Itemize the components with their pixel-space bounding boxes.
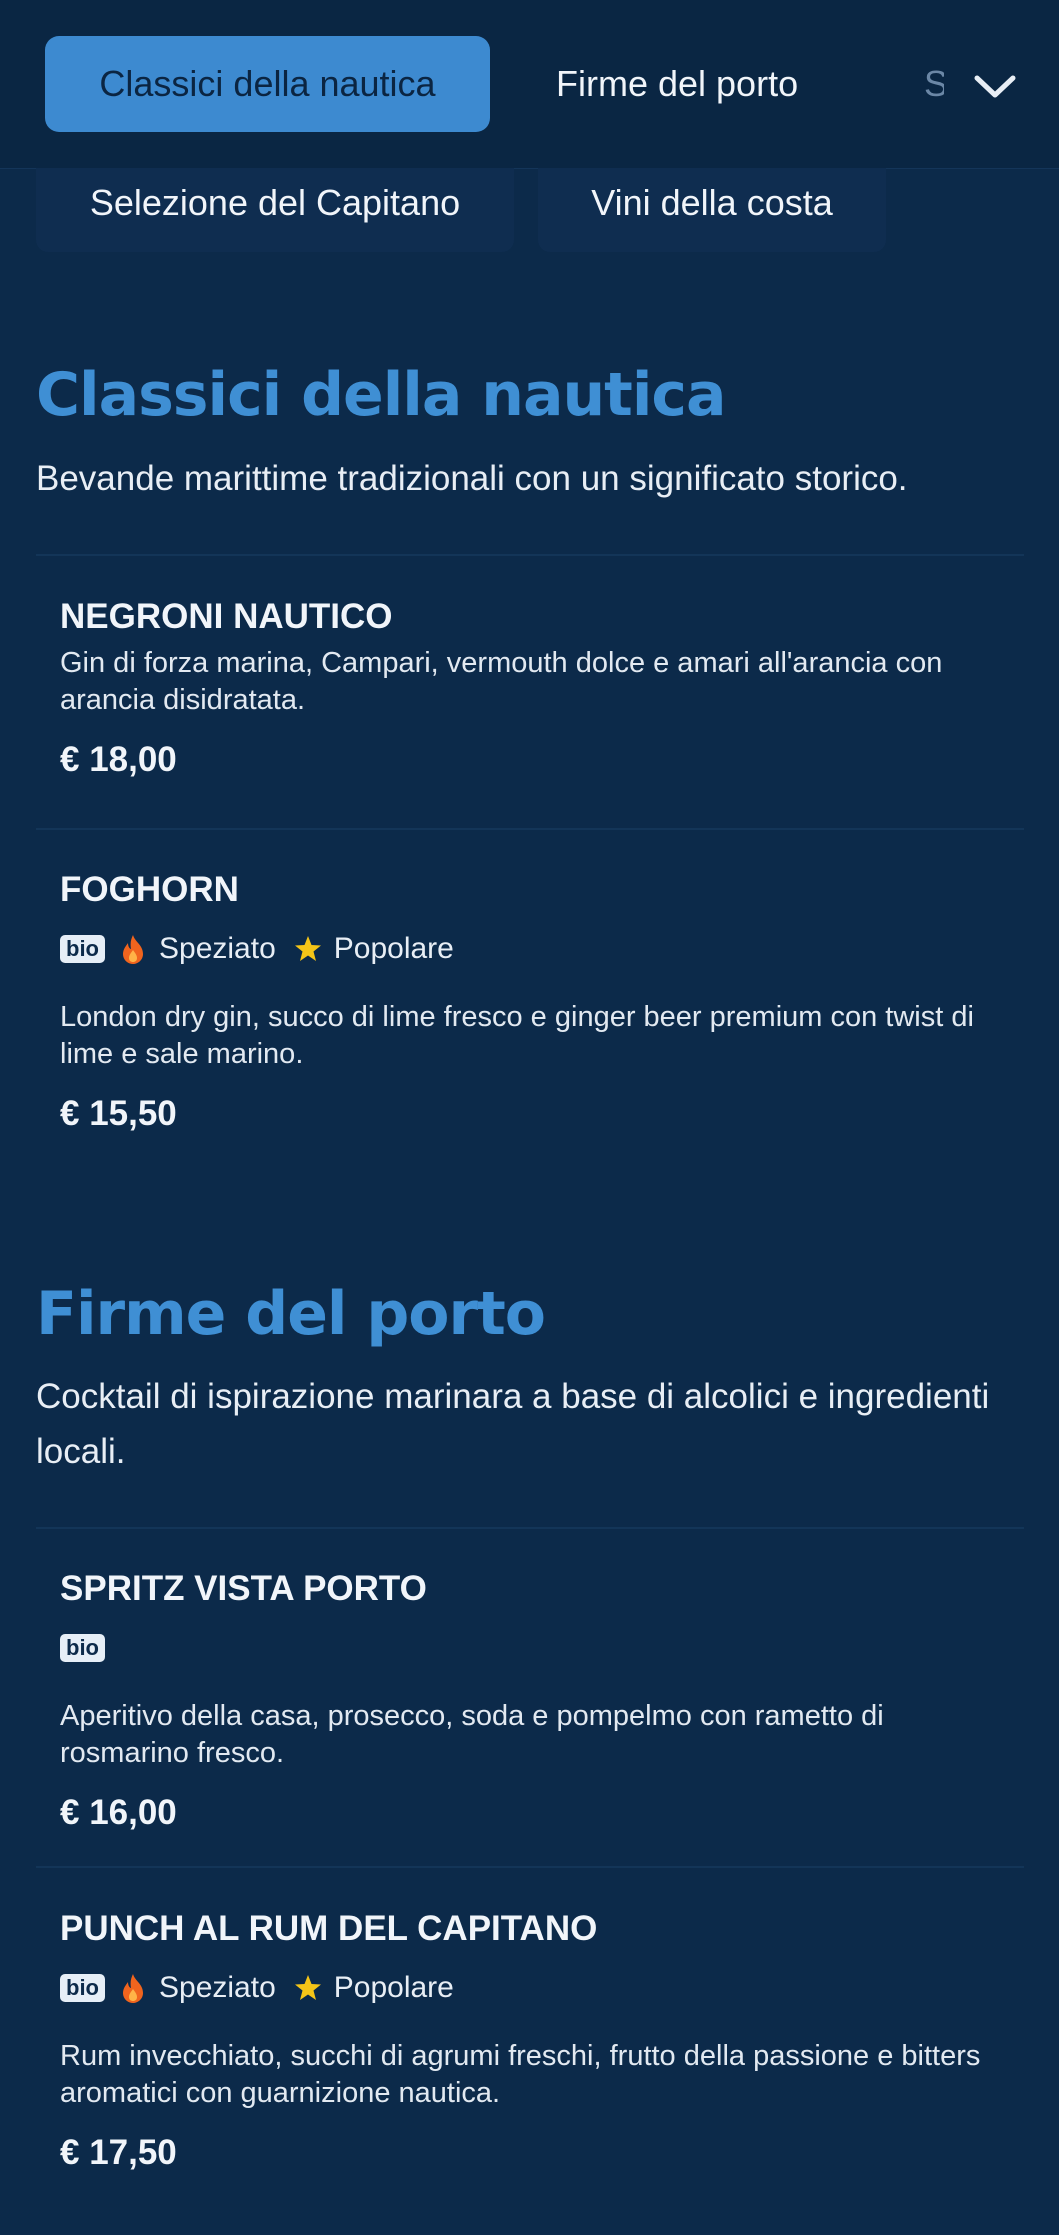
- section-title: Classici della nautica: [36, 360, 726, 430]
- item-description: Aperitivo della casa, prosecco, soda e p…: [60, 1700, 884, 1769]
- item-description: Gin di forza marina, Campari, vermouth d…: [60, 647, 943, 716]
- fire-icon: [123, 935, 143, 964]
- star-icon: [294, 936, 321, 961]
- tag-label: Speziato: [159, 1971, 276, 2004]
- item-name: NEGRONI NAUTICO: [60, 597, 393, 636]
- item-tags: bio Speziato Popolare: [60, 1968, 1020, 2008]
- tag-label: Popolare: [333, 1971, 454, 2004]
- tab-selezione-del-capitano[interactable]: Selezione del Capitano: [36, 168, 514, 252]
- menu-item[interactable]: NEGRONI NAUTICO Gin di forza marina, Cam…: [60, 596, 1020, 781]
- chevron-down-icon[interactable]: [969, 60, 1021, 112]
- divider: [36, 1866, 1024, 1868]
- bio-badge: bio: [60, 1974, 105, 2002]
- item-price: € 17,50: [60, 2133, 177, 2172]
- tag-label: Speziato: [159, 932, 276, 965]
- section-description: Bevande marittime tradizionali con un si…: [36, 459, 908, 498]
- item-name: FOGHORN: [60, 870, 239, 909]
- item-price: € 15,50: [60, 1094, 177, 1133]
- item-tags: bio: [60, 1628, 1020, 1668]
- tag-label: Popolare: [333, 932, 454, 965]
- category-tab-bar: Classici della nautica Firme del porto S: [0, 0, 1059, 169]
- item-price: € 16,00: [60, 1793, 177, 1832]
- fire-icon: [123, 1974, 143, 2003]
- menu-item[interactable]: SPRITZ VISTA PORTO bio Aperitivo della c…: [60, 1568, 1020, 1834]
- divider: [36, 554, 1024, 556]
- divider: [36, 828, 1024, 830]
- item-name: PUNCH AL RUM DEL CAPITANO: [60, 1909, 598, 1948]
- tab-firme-del-porto[interactable]: Firme del porto: [556, 36, 798, 132]
- tab-partial-next[interactable]: S: [924, 36, 944, 132]
- item-name: SPRITZ VISTA PORTO: [60, 1569, 427, 1608]
- bio-badge: bio: [60, 1634, 105, 1662]
- menu-item[interactable]: PUNCH AL RUM DEL CAPITANO bio Speziato P…: [60, 1908, 1020, 2174]
- divider: [36, 1527, 1024, 1529]
- star-icon: [294, 1975, 321, 2000]
- section-description: Cocktail di ispirazione marinara a base …: [36, 1377, 990, 1471]
- section-title: Firme del porto: [36, 1279, 546, 1349]
- item-price: € 18,00: [60, 740, 177, 779]
- bio-badge: bio: [60, 935, 105, 963]
- item-description: London dry gin, succo di lime fresco e g…: [60, 1001, 974, 1070]
- tab-classici-della-nautica[interactable]: Classici della nautica: [45, 36, 490, 132]
- item-description: Rum invecchiato, succhi di agrumi fresch…: [60, 2040, 981, 2109]
- tab-vini-della-costa[interactable]: Vini della costa: [538, 168, 886, 252]
- menu-item[interactable]: FOGHORN bio Speziato Popolare London dry…: [60, 869, 1020, 1135]
- item-tags: bio Speziato Popolare: [60, 929, 1020, 969]
